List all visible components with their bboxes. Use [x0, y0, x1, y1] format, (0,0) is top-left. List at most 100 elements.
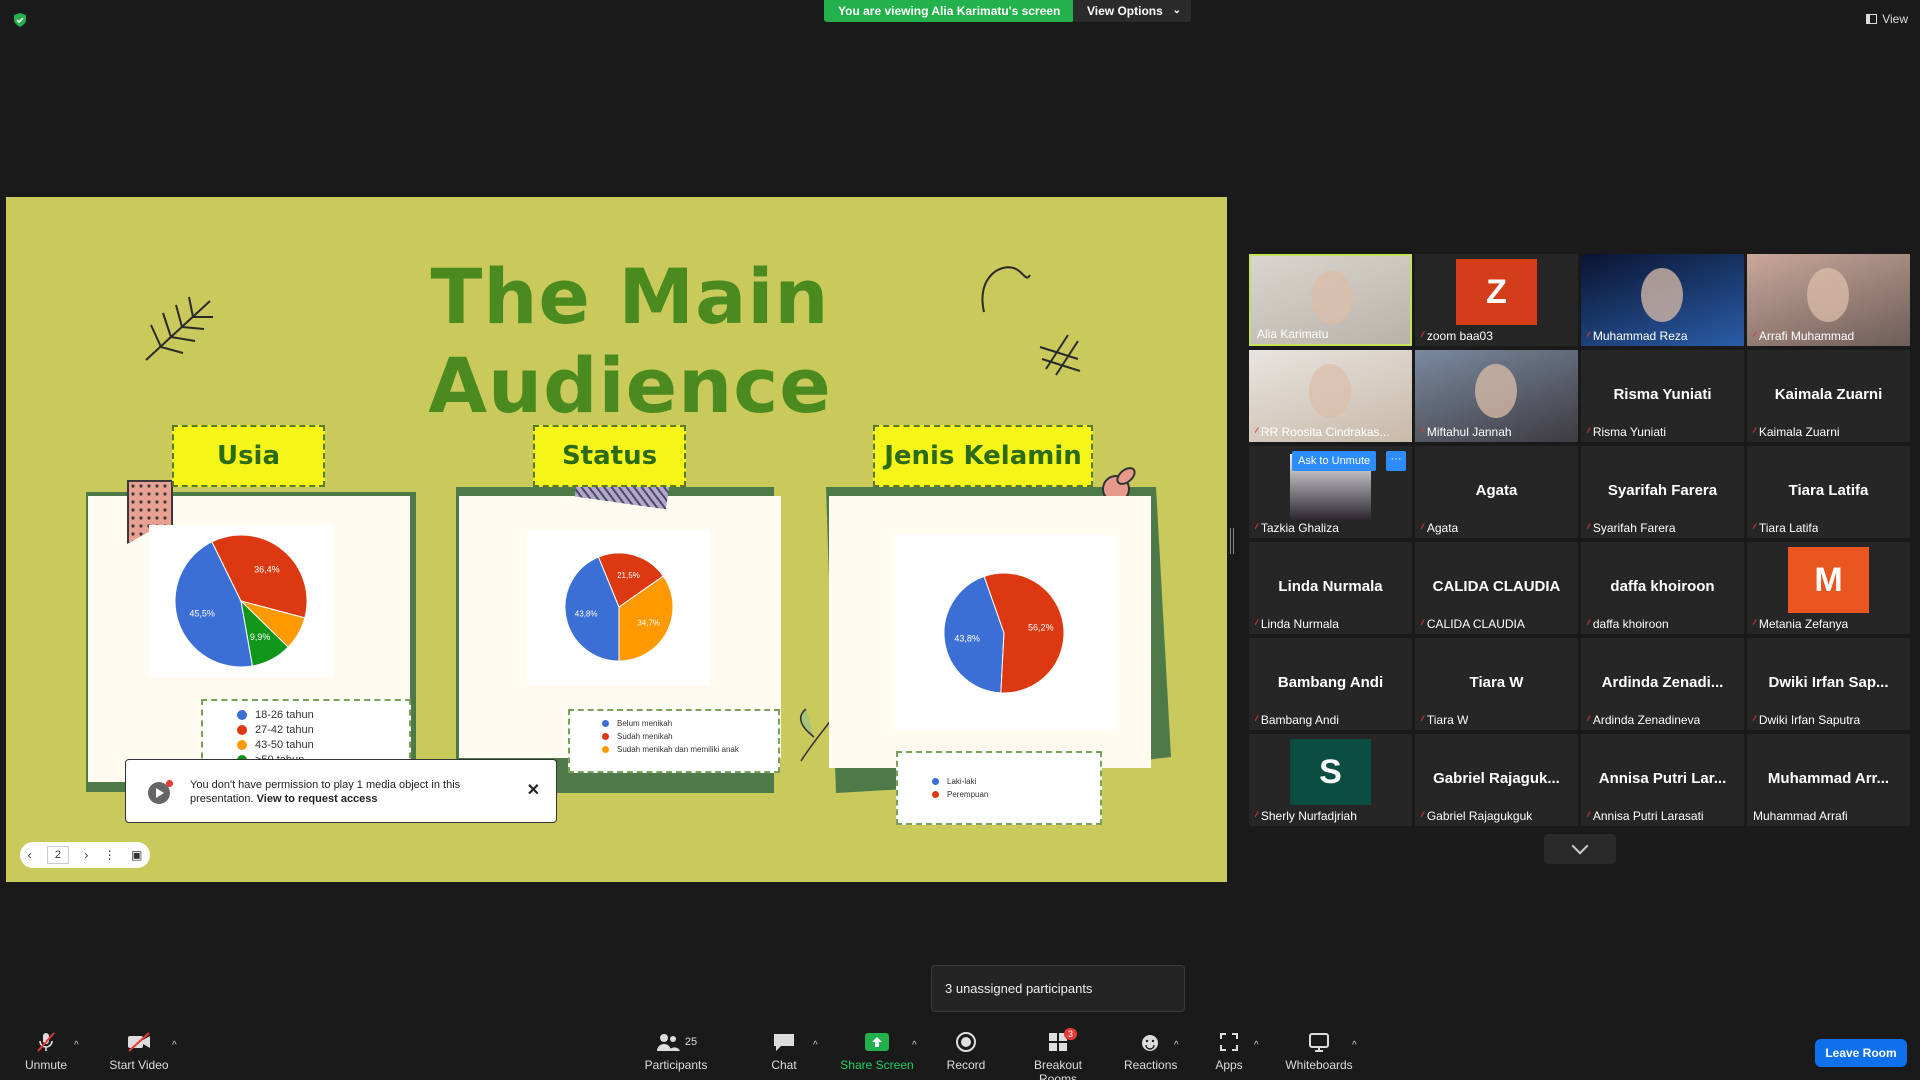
muted-microphone-icon: ⁄: [1587, 330, 1589, 342]
participants-button[interactable]: 25 Participants: [640, 1030, 712, 1072]
apps-button[interactable]: Apps: [1211, 1030, 1247, 1072]
pie-data-label: 43,8%: [954, 633, 980, 643]
apps-options-caret[interactable]: ^: [1254, 1040, 1259, 1051]
breakout-badge: 3: [1064, 1028, 1078, 1040]
page-number-field[interactable]: 2: [46, 846, 69, 864]
share-screen-button[interactable]: Share Screen: [840, 1030, 914, 1072]
participant-tile[interactable]: Gabriel Rajaguk... ⁄ Gabriel Rajagukguk: [1415, 734, 1578, 826]
participant-more-button[interactable]: ···: [1386, 451, 1406, 471]
participant-name: Bambang Andi: [1260, 713, 1339, 727]
participant-tile[interactable]: Tiara W ⁄ Tiara W: [1415, 638, 1578, 730]
next-slide-icon[interactable]: ›: [84, 848, 88, 862]
participant-display-name: daffa khoiroon: [1610, 578, 1715, 595]
participant-tile[interactable]: Linda Nurmala ⁄ Linda Nurmala: [1249, 542, 1412, 634]
participant-name: Miftahul Jannah: [1426, 425, 1512, 439]
participant-name: Syarifah Farera: [1592, 521, 1676, 535]
reactions-button[interactable]: Reactions: [1124, 1030, 1177, 1072]
view-button-label: View: [1882, 12, 1908, 26]
whiteboards-options-caret[interactable]: ^: [1352, 1040, 1357, 1051]
participants-count: 25: [684, 1036, 698, 1048]
participant-name-label: ⁄ Kaimala Zuarni: [1753, 425, 1840, 439]
participant-tile[interactable]: Kaimala Zuarni ⁄ Kaimala Zuarni: [1747, 350, 1910, 442]
view-button[interactable]: View: [1866, 12, 1908, 26]
participant-name: CALIDA CLAUDIA: [1426, 617, 1525, 631]
participant-tile[interactable]: Muhammad Arr... Muhammad Arrafi: [1747, 734, 1910, 826]
audio-options-caret[interactable]: ^: [74, 1040, 79, 1051]
participant-tile[interactable]: Annisa Putri Lar... ⁄ Annisa Putri Larasat…: [1581, 734, 1744, 826]
gender-pie-chart: 43,8% 56,2%: [943, 572, 1065, 694]
muted-microphone-icon: ⁄: [1587, 810, 1589, 822]
unmute-button[interactable]: Unmute: [18, 1030, 74, 1072]
leave-room-button[interactable]: Leave Room: [1815, 1039, 1907, 1067]
encryption-shield-icon[interactable]: [12, 12, 28, 28]
participant-name: Alia Karimatu: [1257, 327, 1329, 341]
participant-name: daffa khoiroon: [1592, 617, 1669, 631]
whiteboards-button[interactable]: Whiteboards: [1282, 1030, 1356, 1072]
participant-tile[interactable]: Risma Yuniati ⁄ Risma Yuniati: [1581, 350, 1744, 442]
reactions-options-caret[interactable]: ^: [1174, 1040, 1179, 1051]
participant-tile[interactable]: ⁄ Miftahul Jannah: [1415, 350, 1578, 442]
view-options-button[interactable]: View Options ⌄: [1073, 0, 1191, 22]
participant-tile[interactable]: ⁄ RR Roosita Cindrakas...: [1249, 350, 1412, 442]
participant-name: zoom baa03: [1426, 329, 1493, 343]
prev-slide-icon[interactable]: ‹: [28, 848, 32, 862]
participant-tile[interactable]: Z ⁄ zoom baa03: [1415, 254, 1578, 346]
participant-name: Sherly Nurfadjriah: [1260, 809, 1357, 823]
chat-options-caret[interactable]: ^: [813, 1040, 818, 1051]
pie-data-label: 21,5%: [617, 571, 640, 580]
participant-tile[interactable]: Dwiki Irfan Sap... ⁄ Dwiki Irfan Saputra: [1747, 638, 1910, 730]
pie-data-label: 34,7%: [637, 618, 660, 627]
participant-tile[interactable]: Tiara Latifa ⁄ Tiara Latifa: [1747, 446, 1910, 538]
participant-tile[interactable]: Ardinda Zenadi... ⁄ Ardinda Zenadineva: [1581, 638, 1744, 730]
participant-name: Linda Nurmala: [1260, 617, 1339, 631]
request-access-link[interactable]: View to request access: [257, 793, 378, 805]
toast-message: You don't have permission to play 1 medi…: [190, 778, 490, 806]
legend-item: Sudah menikah dan memiliki anak: [602, 743, 778, 756]
participant-tile[interactable]: M ⁄ Metania Zefanya: [1747, 542, 1910, 634]
participant-name: Ardinda Zenadineva: [1592, 713, 1701, 727]
breakout-rooms-button[interactable]: 3 Breakout Rooms: [1014, 1028, 1102, 1080]
participant-display-name: Linda Nurmala: [1278, 578, 1383, 595]
legend-label: Sudah menikah: [617, 732, 673, 741]
video-options-caret[interactable]: ^: [172, 1040, 177, 1051]
pie-data-label: 43,8%: [575, 609, 598, 618]
more-options-icon[interactable]: ⋮: [104, 848, 116, 862]
participant-tile[interactable]: ⁄ Arrafi Muhammad: [1747, 254, 1910, 346]
pie-data-label: 9,9%: [250, 632, 271, 642]
participant-display-name: Muhammad Arr...: [1767, 770, 1890, 787]
viewing-screen-banner: You are viewing Alia Karimatu's screen: [824, 0, 1075, 22]
participant-tile[interactable]: Bambang Andi ⁄ Bambang Andi: [1249, 638, 1412, 730]
slide-pager: ‹ 2 › ⋮ ▣: [20, 842, 150, 868]
muted-microphone-icon: ⁄: [1421, 618, 1423, 630]
start-video-button[interactable]: Start Video: [104, 1030, 174, 1072]
media-permission-toast: You don't have permission to play 1 medi…: [125, 759, 557, 823]
legend-item: 43-50 tahun: [237, 737, 409, 752]
status-pie-chart: 43,8% 21,5% 34,7%: [564, 552, 674, 662]
record-button[interactable]: Record: [944, 1030, 988, 1072]
participant-tile[interactable]: S ⁄ Sherly Nurfadjriah: [1249, 734, 1412, 826]
participant-tile[interactable]: Alia Karimatu: [1249, 254, 1412, 346]
close-icon[interactable]: ✕: [527, 780, 540, 800]
participant-name: Tiara W: [1426, 713, 1469, 727]
panel-resize-handle[interactable]: [1230, 528, 1234, 554]
participant-tile[interactable]: daffa khoiroon ⁄ daffa khoiroon: [1581, 542, 1744, 634]
share-options-caret[interactable]: ^: [912, 1040, 917, 1051]
participant-name: Tiara Latifa: [1758, 521, 1819, 535]
participant-name-label: ⁄ Annisa Putri Larasati: [1587, 809, 1704, 823]
participant-tile[interactable]: ⁄ Muhammad Reza: [1581, 254, 1744, 346]
participant-tile[interactable]: Agata ⁄ Agata: [1415, 446, 1578, 538]
participant-tile[interactable]: CALIDA CLAUDIA ⁄ CALIDA CLAUDIA: [1415, 542, 1578, 634]
whiteboards-label: Whiteboards: [1285, 1058, 1353, 1072]
participant-name-label: ⁄ daffa khoiroon: [1587, 617, 1669, 631]
participant-name: Kaimala Zuarni: [1758, 425, 1840, 439]
participant-name-label: ⁄ RR Roosita Cindrakas...: [1255, 425, 1390, 439]
ask-to-unmute-button[interactable]: Ask to Unmute: [1292, 451, 1377, 471]
gallery-next-page-button[interactable]: [1544, 834, 1616, 864]
participants-icon: [656, 1034, 680, 1051]
participant-name-label: ⁄ Linda Nurmala: [1255, 617, 1339, 631]
participant-tile[interactable]: Syarifah Farera ⁄ Syarifah Farera: [1581, 446, 1744, 538]
participant-display-name: Bambang Andi: [1277, 674, 1384, 691]
present-icon[interactable]: ▣: [131, 848, 142, 862]
participant-name-label: ⁄ CALIDA CLAUDIA: [1421, 617, 1525, 631]
chat-button[interactable]: Chat: [762, 1030, 806, 1072]
